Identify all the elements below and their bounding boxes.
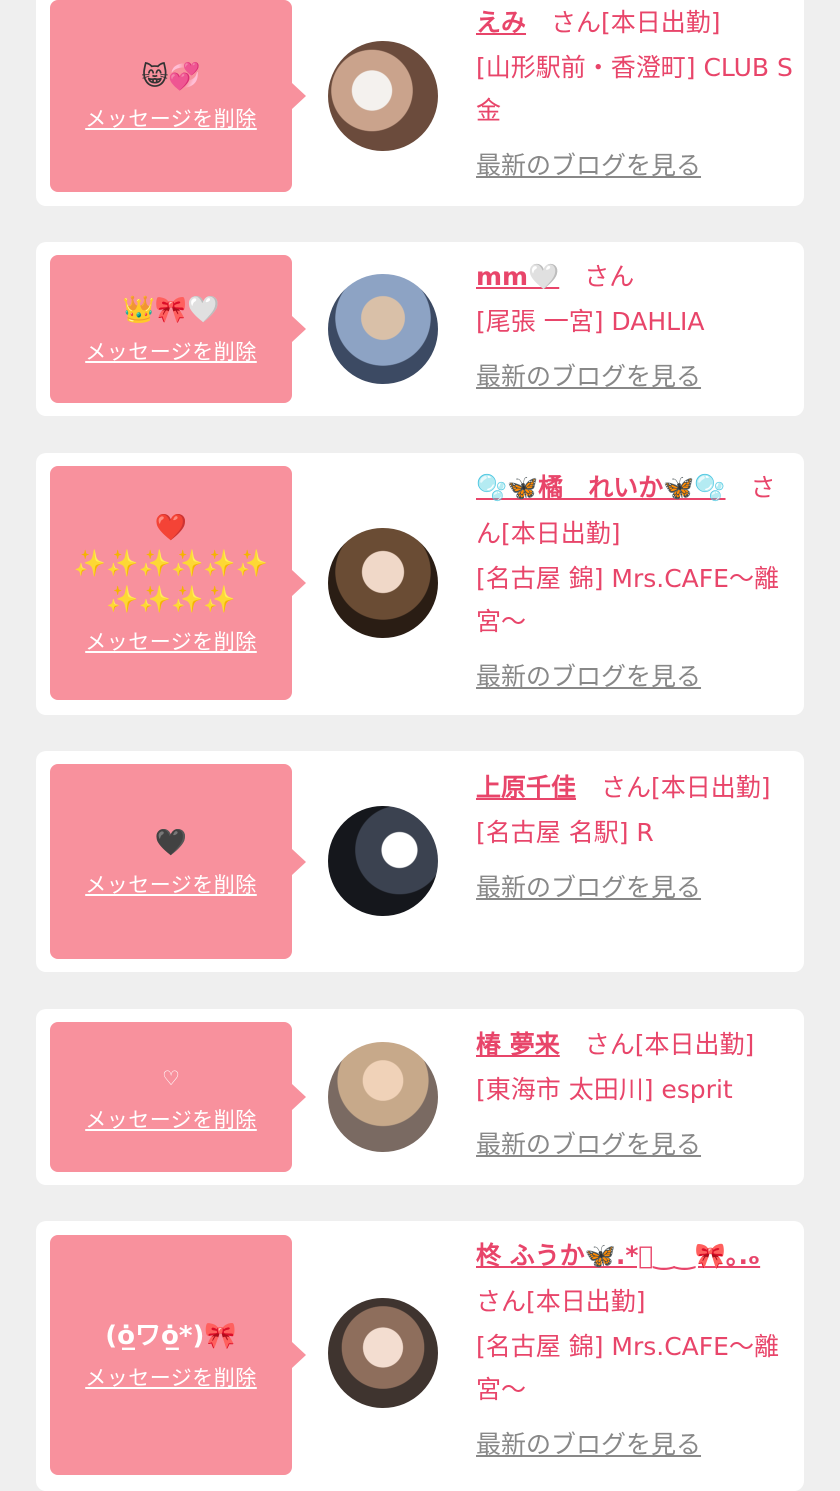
- delete-message-link[interactable]: メッセージを削除: [85, 869, 257, 899]
- latest-blog-link[interactable]: 最新のブログを見る: [476, 1425, 796, 1465]
- girl-status: さん[本日出勤]: [526, 8, 721, 37]
- message-card: ♡ メッセージを削除 椿 夢来 さん[本日出勤] [東海市 太田川] espri…: [36, 1009, 804, 1185]
- girl-name-link[interactable]: 柊 ふうか🦋.*ﾟ‿‿🎀｡.ₒ: [476, 1241, 760, 1270]
- shop-name: [東海市 太田川] esprit: [476, 1075, 733, 1104]
- avatar[interactable]: [328, 1042, 438, 1152]
- delete-message-link[interactable]: メッセージを削除: [85, 1362, 257, 1392]
- message-card: 🖤 メッセージを削除 上原千佳 さん[本日出勤] [名古屋 名駅] R 最新のブ…: [36, 751, 804, 972]
- girl-info: えみ さん[本日出勤] [山形駅前・香澄町] CLUB S金 最新のブログを見る: [476, 0, 796, 186]
- delete-message-link[interactable]: メッセージを削除: [85, 1104, 257, 1134]
- message-bubble: 👑🎀🤍 メッセージを削除: [50, 255, 306, 403]
- delete-message-link[interactable]: メッセージを削除: [85, 103, 257, 133]
- shop-name: [名古屋 名駅] R: [476, 818, 654, 847]
- message-text: 😸💞: [141, 62, 201, 92]
- message-text: ❤️ ✨✨✨✨✨✨ ✨✨✨✨: [73, 513, 269, 615]
- message-text: 🖤: [154, 827, 188, 858]
- avatar[interactable]: [328, 806, 438, 916]
- girl-info: 🫧🦋橘 れいか🦋🫧 さん[本日出勤] [名古屋 錦] Mrs.CAFE〜離宮〜 …: [476, 465, 796, 697]
- message-bubble: (ȯ̲ワȯ̲*)🎀 メッセージを削除: [50, 1235, 306, 1475]
- girl-status: さん[本日出勤]: [576, 773, 771, 802]
- avatar[interactable]: [328, 274, 438, 384]
- latest-blog-link[interactable]: 最新のブログを見る: [476, 357, 796, 397]
- girl-info: 上原千佳 さん[本日出勤] [名古屋 名駅] R 最新のブログを見る: [476, 765, 796, 908]
- message-card: 😸💞 メッセージを削除 えみ さん[本日出勤] [山形駅前・香澄町] CLUB …: [36, 0, 804, 206]
- message-card: (ȯ̲ワȯ̲*)🎀 メッセージを削除 柊 ふうか🦋.*ﾟ‿‿🎀｡.ₒ さん[本日…: [36, 1221, 804, 1491]
- delete-message-link[interactable]: メッセージを削除: [85, 626, 257, 656]
- message-bubble: 🖤 メッセージを削除: [50, 764, 306, 959]
- latest-blog-link[interactable]: 最新のブログを見る: [476, 1125, 796, 1165]
- latest-blog-link[interactable]: 最新のブログを見る: [476, 146, 796, 186]
- message-bubble: 😸💞 メッセージを削除: [50, 0, 306, 192]
- shop-name: [名古屋 錦] Mrs.CAFE〜離宮〜: [476, 1332, 779, 1404]
- girl-name-link[interactable]: 上原千佳: [476, 773, 576, 802]
- message-text: ♡: [162, 1066, 180, 1090]
- message-bubble: ❤️ ✨✨✨✨✨✨ ✨✨✨✨ メッセージを削除: [50, 466, 306, 700]
- girl-info: 椿 夢来 さん[本日出勤] [東海市 太田川] esprit 最新のブログを見る: [476, 1022, 796, 1165]
- avatar[interactable]: [328, 41, 438, 151]
- latest-blog-link[interactable]: 最新のブログを見る: [476, 657, 796, 697]
- message-card: ❤️ ✨✨✨✨✨✨ ✨✨✨✨ メッセージを削除 🫧🦋橘 れいか🦋🫧 さん[本日出…: [36, 453, 804, 715]
- delete-message-link[interactable]: メッセージを削除: [85, 336, 257, 366]
- message-bubble: ♡ メッセージを削除: [50, 1022, 306, 1172]
- latest-blog-link[interactable]: 最新のブログを見る: [476, 868, 796, 908]
- message-text: (ȯ̲ワȯ̲*)🎀: [105, 1321, 237, 1351]
- avatar[interactable]: [328, 528, 438, 638]
- girl-info: mm🤍 さん [尾張 一宮] DAHLIA 最新のブログを見る: [476, 254, 796, 397]
- girl-status: さん: [559, 262, 635, 291]
- message-text: 👑🎀🤍: [122, 295, 220, 325]
- girl-name-link[interactable]: mm🤍: [476, 262, 559, 291]
- avatar[interactable]: [328, 1298, 438, 1408]
- shop-name: [尾張 一宮] DAHLIA: [476, 307, 705, 336]
- girl-info: 柊 ふうか🦋.*ﾟ‿‿🎀｡.ₒ さん[本日出勤] [名古屋 錦] Mrs.CAF…: [476, 1233, 796, 1465]
- shop-name: [山形駅前・香澄町] CLUB S金: [476, 53, 793, 125]
- girl-status: さん[本日出勤]: [559, 1030, 755, 1059]
- girl-name-link[interactable]: 椿 夢来: [476, 1030, 560, 1059]
- girl-name-link[interactable]: 🫧🦋橘 れいか🦋🫧: [476, 473, 726, 502]
- girl-name-link[interactable]: えみ: [476, 8, 526, 37]
- message-card: 👑🎀🤍 メッセージを削除 mm🤍 さん [尾張 一宮] DAHLIA 最新のブロ…: [36, 242, 804, 416]
- shop-name: [名古屋 錦] Mrs.CAFE〜離宮〜: [476, 564, 779, 636]
